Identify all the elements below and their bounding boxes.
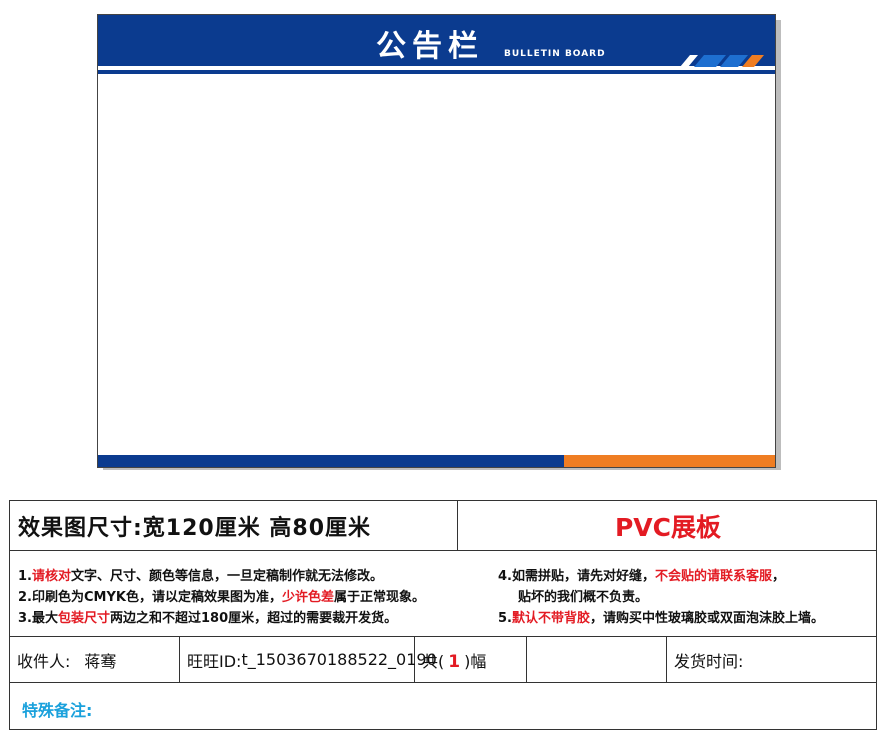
note-4-rest: ， — [772, 569, 786, 584]
decorative-stripes — [680, 55, 764, 67]
note-3: 3.最大包装尺寸两边之和不超过180厘米，超过的需要裁开发货。 — [18, 607, 397, 626]
ship-time-cell: 发货时间: — [667, 637, 878, 682]
note-1: 1.请核对文字、尺寸、颜色等信息，一旦定稿制作就无法修改。 — [18, 565, 383, 584]
note-2: 2.印刷色为CMYK色，请以定稿效果图为准，少许色差属于正常现象。 — [18, 586, 425, 605]
product-cell: PVC展板 — [458, 501, 878, 550]
note-2-highlight: 少许色差 — [281, 590, 334, 605]
note-4-highlight: 不会贴的请联系客服 — [654, 569, 772, 584]
board-header-rule — [98, 70, 775, 74]
board-footer-orange-bar — [564, 455, 775, 467]
board-subtitle: BULLETIN BOARD — [504, 49, 606, 59]
note-2-rest: 属于正常现象。 — [333, 590, 425, 605]
notes-row: 1.请核对文字、尺寸、颜色等信息，一旦定稿制作就无法修改。 2.印刷色为CMYK… — [10, 551, 876, 637]
note-5-highlight: 默认不带背胶 — [511, 611, 590, 626]
board-title: 公告栏 — [376, 29, 484, 64]
note-4-prefix: 4.如需拼贴，请先对好缝， — [498, 569, 655, 584]
quantity-cell: 共(1)幅 — [415, 637, 527, 682]
note-3-highlight: 包装尺寸 — [57, 611, 110, 626]
board-footer-blue-bar — [98, 455, 564, 467]
note-1-prefix: 1. — [18, 569, 32, 584]
note-2-prefix: 2.印刷色为CMYK色，请以定稿效果图为准， — [18, 590, 282, 605]
recipient-label: 收件人: — [17, 651, 71, 671]
wangwang-label: 旺旺ID: — [187, 651, 242, 671]
note-4-continued: 贴坏的我们概不负责。 — [518, 586, 648, 605]
recipient-cell: 收件人: 蒋骞 — [10, 637, 180, 682]
recipient-name: 蒋骞 — [84, 651, 117, 671]
note-5-prefix: 5. — [498, 611, 512, 626]
quantity-prefix: 共( — [422, 651, 445, 671]
note-4-continued-text: 贴坏的我们概不负责。 — [518, 590, 649, 605]
remark-row: 特殊备注: — [10, 683, 876, 730]
note-3-prefix: 3.最大 — [18, 611, 58, 626]
size-row: 效果图尺寸:宽120厘米 高80厘米 PVC展板 — [10, 501, 876, 551]
ship-time-label: 发货时间: — [674, 651, 744, 671]
wangwang-cell: 旺旺ID: t_1503670188522_0190 — [180, 637, 437, 682]
note-4: 4.如需拼贴，请先对好缝，不会贴的请联系客服， — [498, 565, 785, 584]
quantity-value: 1 — [448, 651, 461, 672]
wangwang-id: t_1503670188522_0190 — [241, 650, 437, 669]
stripe-white — [680, 55, 698, 67]
note-5-rest: ，请购买中性玻璃胶或双面泡沫胶上墙。 — [590, 611, 825, 626]
bulletin-board-preview: 公告栏 BULLETIN BOARD — [97, 14, 776, 468]
quantity-text: 共(1)幅 — [415, 648, 486, 672]
blank-cell — [527, 637, 667, 682]
stripe-blue-1 — [694, 55, 726, 67]
product-type: PVC展板 — [614, 512, 722, 542]
quantity-suffix: )幅 — [464, 651, 487, 671]
note-1-highlight: 请核对 — [31, 569, 71, 584]
size-text: 效果图尺寸:宽120厘米 高80厘米 — [18, 515, 371, 541]
note-5: 5.默认不带背胶，请购买中性玻璃胶或双面泡沫胶上墙。 — [498, 607, 824, 626]
remark-label: 特殊备注: — [22, 701, 93, 720]
size-cell: 效果图尺寸:宽120厘米 高80厘米 — [10, 501, 458, 550]
note-3-rest: 两边之和不超过180厘米，超过的需要裁开发货。 — [110, 611, 398, 626]
recipient-row: 收件人: 蒋骞 旺旺ID: t_1503670188522_0190 共(1)幅… — [10, 637, 876, 683]
order-info-table: 效果图尺寸:宽120厘米 高80厘米 PVC展板 1.请核对文字、尺寸、颜色等信… — [9, 500, 877, 730]
note-1-rest: 文字、尺寸、颜色等信息，一旦定稿制作就无法修改。 — [71, 569, 384, 584]
